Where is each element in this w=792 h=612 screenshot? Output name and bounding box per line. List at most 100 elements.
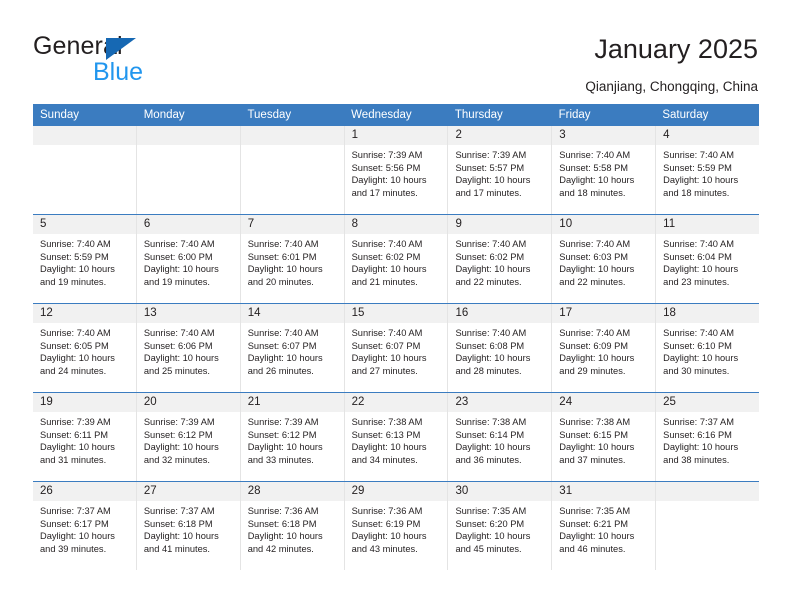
general-blue-logo: General Blue: [33, 34, 213, 86]
sunrise-text: Sunrise: 7:37 AM: [40, 506, 111, 516]
calendar-day-cell[interactable]: 23 Sunrise: 7:38 AM Sunset: 6:14 PM Dayligh…: [448, 393, 553, 481]
sunset-text: Sunset: 6:18 PM: [247, 518, 317, 529]
day-sun-info: Sunrise: 7:40 AM Sunset: 6:09 PM Daylight:…: [552, 323, 655, 377]
day-sun-info: Sunrise: 7:40 AM Sunset: 6:01 PM Daylight:…: [241, 234, 344, 288]
day-sun-info: Sunrise: 7:39 AM Sunset: 5:56 PM Daylight:…: [345, 145, 448, 199]
calendar-day-cell[interactable]: 11 Sunrise: 7:40 AM Sunset: 6:04 PM Dayligh…: [656, 215, 760, 303]
logo-text-blue: Blue: [93, 58, 144, 86]
weekday-header-tuesday: Tuesday: [247, 109, 292, 121]
calendar-day-cell[interactable]: 2 Sunrise: 7:39 AM Sunset: 5:57 PM Daylight…: [448, 126, 553, 214]
sunset-text: Sunset: 5:56 PM: [351, 162, 421, 173]
day-number: 5: [33, 215, 136, 234]
daylight-text: Daylight: 10 hours and 26 minutes.: [247, 353, 323, 376]
sunset-text: Sunset: 6:12 PM: [143, 429, 213, 440]
daylight-text: Daylight: 10 hours and 38 minutes.: [663, 442, 739, 465]
calendar-day-cell[interactable]: 7 Sunrise: 7:40 AM Sunset: 6:01 PM Daylight…: [240, 215, 345, 303]
day-number: 19: [33, 393, 136, 412]
daylight-text: Daylight: 10 hours and 18 minutes.: [663, 175, 739, 198]
day-sun-info: Sunrise: 7:39 AM Sunset: 5:57 PM Daylight:…: [448, 145, 551, 199]
day-sun-info: Sunrise: 7:40 AM Sunset: 6:03 PM Daylight:…: [552, 234, 655, 288]
day-sun-info: Sunrise: 7:40 AM Sunset: 6:05 PM Daylight:…: [33, 323, 136, 377]
calendar-day-cell[interactable]: 9 Sunrise: 7:40 AM Sunset: 6:02 PM Daylight…: [448, 215, 553, 303]
page-title: January 2025: [594, 34, 758, 64]
calendar-day-cell[interactable]: 18 Sunrise: 7:40 AM Sunset: 6:10 PM Dayligh…: [656, 304, 760, 392]
day-number: 28: [240, 482, 344, 501]
day-sun-info: Sunrise: 7:40 AM Sunset: 5:58 PM Daylight:…: [552, 145, 655, 199]
sunrise-text: Sunrise: 7:40 AM: [663, 239, 734, 249]
day-sun-info: Sunrise: 7:36 AM Sunset: 6:19 PM Daylight:…: [345, 501, 448, 555]
calendar-day-cell[interactable]: 4 Sunrise: 7:40 AM Sunset: 5:59 PM Daylight…: [656, 126, 760, 214]
sunset-text: Sunset: 6:13 PM: [351, 429, 421, 440]
sunset-text: Sunset: 6:17 PM: [40, 518, 109, 529]
calendar-week-row: 26 Sunrise: 7:37 AM Sunset: 6:17 PM Dayligh…: [33, 481, 760, 570]
calendar-day-cell[interactable]: 6 Sunrise: 7:40 AM Sunset: 6:00 PM Daylight…: [136, 215, 241, 303]
daylight-text: Daylight: 10 hours and 31 minutes.: [40, 442, 115, 465]
calendar-day-cell[interactable]: 14 Sunrise: 7:40 AM Sunset: 6:07 PM Dayligh…: [240, 304, 345, 392]
calendar-week-row: 19 Sunrise: 7:39 AM Sunset: 6:11 PM Dayligh…: [33, 392, 760, 481]
day-sun-info: Sunrise: 7:37 AM Sunset: 6:16 PM Daylight:…: [656, 412, 759, 466]
calendar-day-cell[interactable]: 17 Sunrise: 7:40 AM Sunset: 6:09 PM Dayligh…: [552, 304, 657, 392]
calendar-day-cell[interactable]: 19 Sunrise: 7:39 AM Sunset: 6:11 PM Dayligh…: [33, 393, 137, 481]
day-sun-info: Sunrise: 7:39 AM Sunset: 6:12 PM Daylight:…: [241, 412, 344, 466]
sunset-text: Sunset: 6:19 PM: [351, 518, 421, 529]
day-sun-info: Sunrise: 7:38 AM Sunset: 6:13 PM Daylight:…: [345, 412, 448, 466]
calendar-day-cell[interactable]: 31 Sunrise: 7:35 AM Sunset: 6:21 PM Dayligh…: [552, 482, 657, 570]
day-sun-info: Sunrise: 7:40 AM Sunset: 6:07 PM Daylight:…: [241, 323, 344, 377]
calendar-day-cell[interactable]: 15 Sunrise: 7:40 AM Sunset: 6:07 PM Dayligh…: [344, 304, 449, 392]
daylight-text: Daylight: 10 hours and 41 minutes.: [143, 531, 219, 554]
day-sun-info: Sunrise: 7:38 AM Sunset: 6:15 PM Daylight:…: [552, 412, 655, 466]
day-number: 31: [552, 482, 656, 501]
calendar-day-cell[interactable]: 25 Sunrise: 7:37 AM Sunset: 6:16 PM Dayligh…: [656, 393, 760, 481]
calendar-day-cell[interactable]: 21 Sunrise: 7:39 AM Sunset: 6:12 PM Dayligh…: [240, 393, 345, 481]
weekday-header-thursday: Thursday: [454, 109, 503, 121]
sunset-text: Sunset: 6:16 PM: [663, 429, 732, 440]
sunrise-text: Sunrise: 7:39 AM: [351, 150, 423, 160]
sunset-text: Sunset: 6:21 PM: [559, 518, 629, 529]
sunrise-text: Sunrise: 7:40 AM: [143, 239, 215, 249]
day-number: 24: [552, 393, 656, 412]
sunrise-text: Sunrise: 7:40 AM: [40, 239, 111, 249]
sunset-text: Sunset: 6:03 PM: [559, 251, 629, 262]
day-sun-info: Sunrise: 7:38 AM Sunset: 6:14 PM Daylight:…: [448, 412, 551, 466]
calendar-day-cell[interactable]: 10 Sunrise: 7:40 AM Sunset: 6:03 PM Dayligh…: [552, 215, 657, 303]
calendar-day-cell[interactable]: 5 Sunrise: 7:40 AM Sunset: 5:59 PM Daylight…: [33, 215, 137, 303]
weekday-header-row: Sunday Monday Tuesday Wednesday Thursday Frid…: [33, 104, 759, 126]
day-number: 8: [344, 215, 448, 234]
calendar-day-cell[interactable]: 24 Sunrise: 7:38 AM Sunset: 6:15 PM Dayligh…: [552, 393, 657, 481]
day-number: [136, 126, 240, 145]
sunrise-text: Sunrise: 7:38 AM: [351, 417, 423, 427]
calendar-day-cell[interactable]: 1 Sunrise: 7:39 AM Sunset: 5:56 PM Daylight…: [344, 126, 449, 214]
day-number: 12: [33, 304, 136, 323]
calendar-day-cell[interactable]: 29 Sunrise: 7:36 AM Sunset: 6:19 PM Dayligh…: [344, 482, 449, 570]
day-number: 2: [448, 126, 552, 145]
daylight-text: Daylight: 10 hours and 28 minutes.: [455, 353, 531, 376]
day-number: 25: [656, 393, 760, 412]
daylight-text: Daylight: 10 hours and 19 minutes.: [40, 264, 115, 287]
calendar-day-cell[interactable]: 27 Sunrise: 7:37 AM Sunset: 6:18 PM Dayligh…: [136, 482, 241, 570]
day-number: 13: [136, 304, 240, 323]
calendar-day-cell[interactable]: 30 Sunrise: 7:35 AM Sunset: 6:20 PM Dayligh…: [448, 482, 553, 570]
calendar-day-cell[interactable]: 3 Sunrise: 7:40 AM Sunset: 5:58 PM Daylight…: [552, 126, 657, 214]
calendar-day-cell[interactable]: 22 Sunrise: 7:38 AM Sunset: 6:13 PM Dayligh…: [344, 393, 449, 481]
day-sun-info: Sunrise: 7:35 AM Sunset: 6:21 PM Daylight:…: [552, 501, 655, 555]
sunset-text: Sunset: 6:04 PM: [663, 251, 732, 262]
daylight-text: Daylight: 10 hours and 19 minutes.: [143, 264, 219, 287]
daylight-text: Daylight: 10 hours and 23 minutes.: [663, 264, 739, 287]
day-number: 11: [656, 215, 760, 234]
daylight-text: Daylight: 10 hours and 18 minutes.: [559, 175, 635, 198]
calendar-day-cell[interactable]: 12 Sunrise: 7:40 AM Sunset: 6:05 PM Dayligh…: [33, 304, 137, 392]
calendar-day-cell[interactable]: 26 Sunrise: 7:37 AM Sunset: 6:17 PM Dayligh…: [33, 482, 137, 570]
calendar-day-cell[interactable]: 28 Sunrise: 7:36 AM Sunset: 6:18 PM Dayligh…: [240, 482, 345, 570]
calendar-day-cell[interactable]: 13 Sunrise: 7:40 AM Sunset: 6:06 PM Dayligh…: [136, 304, 241, 392]
calendar-day-cell[interactable]: 20 Sunrise: 7:39 AM Sunset: 6:12 PM Dayligh…: [136, 393, 241, 481]
calendar-day-cell[interactable]: 16 Sunrise: 7:40 AM Sunset: 6:08 PM Dayligh…: [448, 304, 553, 392]
daylight-text: Daylight: 10 hours and 24 minutes.: [40, 353, 115, 376]
calendar-day-cell[interactable]: 8 Sunrise: 7:40 AM Sunset: 6:02 PM Daylight…: [344, 215, 449, 303]
day-sun-info: Sunrise: 7:40 AM Sunset: 6:10 PM Daylight:…: [656, 323, 759, 377]
day-number: [656, 482, 760, 501]
sunset-text: Sunset: 6:02 PM: [455, 251, 525, 262]
day-number: 17: [552, 304, 656, 323]
calendar-week-row: 5 Sunrise: 7:40 AM Sunset: 5:59 PM Daylight…: [33, 214, 760, 303]
sunrise-text: Sunrise: 7:39 AM: [143, 417, 215, 427]
sunrise-text: Sunrise: 7:38 AM: [455, 417, 527, 427]
